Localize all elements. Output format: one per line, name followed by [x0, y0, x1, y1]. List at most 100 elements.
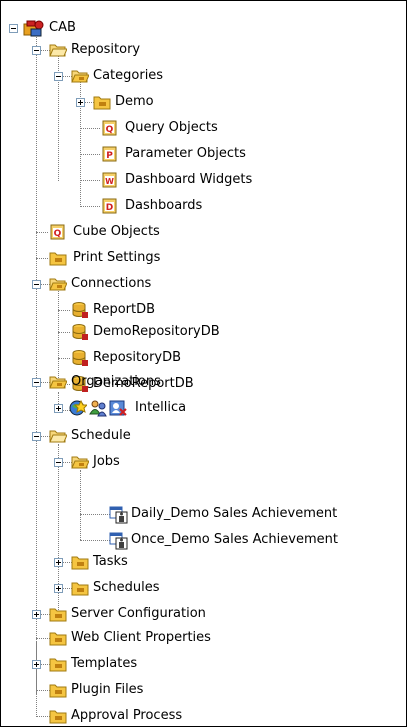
tree-node-dashboard-widgets[interactable]: W Dashboard Widgets [97, 170, 297, 190]
folder-closed-icon [49, 708, 67, 724]
tree-view[interactable]: CAB Repository Categories Demo Q Query O… [0, 0, 407, 727]
tree-node-label: Templates [71, 656, 138, 671]
tree-node-connection[interactable]: DemoRepositoryDB [67, 322, 307, 342]
folder-closed-icon [49, 250, 67, 266]
database-icon [71, 301, 89, 318]
tree-node-label: Intellica [135, 400, 187, 415]
tree-node-label: Schedules [93, 580, 160, 595]
tree-node-label: Jobs [93, 454, 120, 469]
tree-node-label: Daily_Demo Sales Achievement [131, 506, 338, 521]
collapse-toggle[interactable] [32, 46, 41, 55]
tree-node-label: Parameter Objects [125, 146, 246, 161]
parameter-object-icon: P [101, 146, 119, 162]
tree-node-approval-process[interactable]: Approval Process [31, 706, 231, 726]
tree-node-label: Connections [71, 276, 152, 291]
folder-closed-icon [71, 580, 89, 596]
folder-closed-icon [49, 606, 67, 622]
svg-text:Q: Q [106, 125, 114, 135]
tree-node-web-client-properties[interactable]: Web Client Properties [31, 628, 271, 648]
tree-node-label: Categories [93, 68, 164, 83]
tree-node-intellica[interactable]: Intellica [53, 398, 253, 418]
tree-node-connection[interactable]: RepositoryDB [67, 348, 267, 368]
database-icon [71, 323, 89, 340]
cab-app-icon [23, 19, 45, 37]
svg-text:Q: Q [54, 229, 62, 239]
folder-closed-icon [93, 94, 111, 110]
tree-node-label: Demo [115, 94, 154, 109]
expand-toggle[interactable] [76, 98, 85, 107]
tree-node-label: DemoRepositoryDB [93, 324, 220, 339]
database-icon [71, 349, 89, 366]
collapse-toggle[interactable] [32, 378, 41, 387]
expand-toggle[interactable] [54, 558, 63, 567]
tree-node-connection[interactable]: ReportDB [67, 300, 247, 320]
tree-node-label: Tasks [93, 554, 128, 569]
tree-node-label: Web Client Properties [71, 630, 211, 645]
tree-node-label: Server Configuration [71, 606, 206, 621]
tree-node-label: Dashboards [125, 198, 203, 213]
expand-toggle[interactable] [32, 610, 41, 619]
tree-node-query-objects[interactable]: Q Query Objects [97, 118, 277, 138]
tree-node-label: Repository [71, 42, 141, 57]
folder-closed-icon [71, 554, 89, 570]
dashboard-widget-icon: W [101, 172, 119, 188]
tree-node-label: Once_Demo Sales Achievement [131, 532, 338, 547]
tree-node-dashboards[interactable]: D Dashboards [97, 196, 257, 216]
tree-node-server-configuration[interactable]: Server Configuration [31, 604, 251, 624]
job-icon [109, 530, 129, 550]
svg-text:P: P [106, 151, 113, 161]
tree-node-label: Plugin Files [71, 682, 144, 697]
svg-text:D: D [106, 203, 113, 213]
query-object-icon: Q [101, 120, 119, 136]
tree-node-label: Cube Objects [73, 224, 160, 239]
tree-node-print-settings[interactable]: Print Settings [45, 248, 205, 268]
tree-node-label: Schedule [71, 428, 131, 443]
cube-object-icon: Q [49, 224, 67, 240]
job-icon [109, 504, 129, 524]
folder-open-icon [49, 374, 67, 390]
folder-open-icon [49, 428, 67, 444]
tree-node-label: ReportDB [93, 302, 156, 317]
organization-icon [69, 399, 87, 417]
users-icon [89, 399, 107, 417]
folder-closed-icon [49, 682, 67, 698]
expand-toggle[interactable] [54, 404, 63, 413]
tree-node-categories[interactable]: Categories [53, 66, 173, 86]
collapse-toggle[interactable] [54, 458, 63, 467]
tree-node-label: Print Settings [73, 250, 161, 265]
tree-node-schedule[interactable]: Schedule [31, 426, 191, 446]
security-role-icon [109, 399, 127, 417]
tree-node-tasks[interactable]: Tasks [53, 552, 173, 572]
expand-toggle[interactable] [54, 584, 63, 593]
tree-node-cube-objects[interactable]: Q Cube Objects [45, 222, 185, 242]
tree-node-schedules[interactable]: Schedules [53, 578, 193, 598]
tree-node-plugin-files[interactable]: Plugin Files [31, 680, 191, 700]
tree-node-label: Organizations [71, 374, 161, 389]
tree-node-organizations[interactable]: Organizations [31, 372, 211, 392]
dashboard-icon: D [101, 198, 119, 214]
tree-node-jobs[interactable]: Jobs [53, 452, 193, 472]
tree-node-label: RepositoryDB [93, 350, 182, 365]
tree-node-label: Approval Process [71, 708, 183, 723]
tree-node-connections[interactable]: Connections [31, 274, 191, 294]
folder-open-icon [71, 68, 89, 84]
folder-closed-icon [49, 656, 67, 672]
collapse-toggle[interactable] [32, 432, 41, 441]
collapse-toggle[interactable] [32, 280, 41, 289]
folder-open-icon [49, 276, 67, 292]
svg-text:W: W [105, 177, 114, 186]
tree-line [58, 288, 59, 384]
tree-node-repository[interactable]: Repository [31, 40, 151, 60]
folder-closed-icon [49, 630, 67, 646]
collapse-toggle[interactable] [9, 24, 18, 33]
expand-toggle[interactable] [32, 660, 41, 669]
tree-node-demo[interactable]: Demo [75, 92, 175, 112]
tree-node-parameter-objects[interactable]: P Parameter Objects [97, 144, 297, 164]
tree-node-cab[interactable]: CAB [5, 18, 125, 38]
tree-node-job[interactable]: Once_Demo Sales Achievement [107, 528, 407, 552]
tree-node-templates[interactable]: Templates [31, 654, 191, 674]
tree-node-label: Dashboard Widgets [125, 172, 253, 187]
collapse-toggle[interactable] [54, 72, 63, 81]
tree-line [36, 28, 37, 694]
tree-node-job[interactable]: Daily_Demo Sales Achievement [107, 502, 407, 526]
